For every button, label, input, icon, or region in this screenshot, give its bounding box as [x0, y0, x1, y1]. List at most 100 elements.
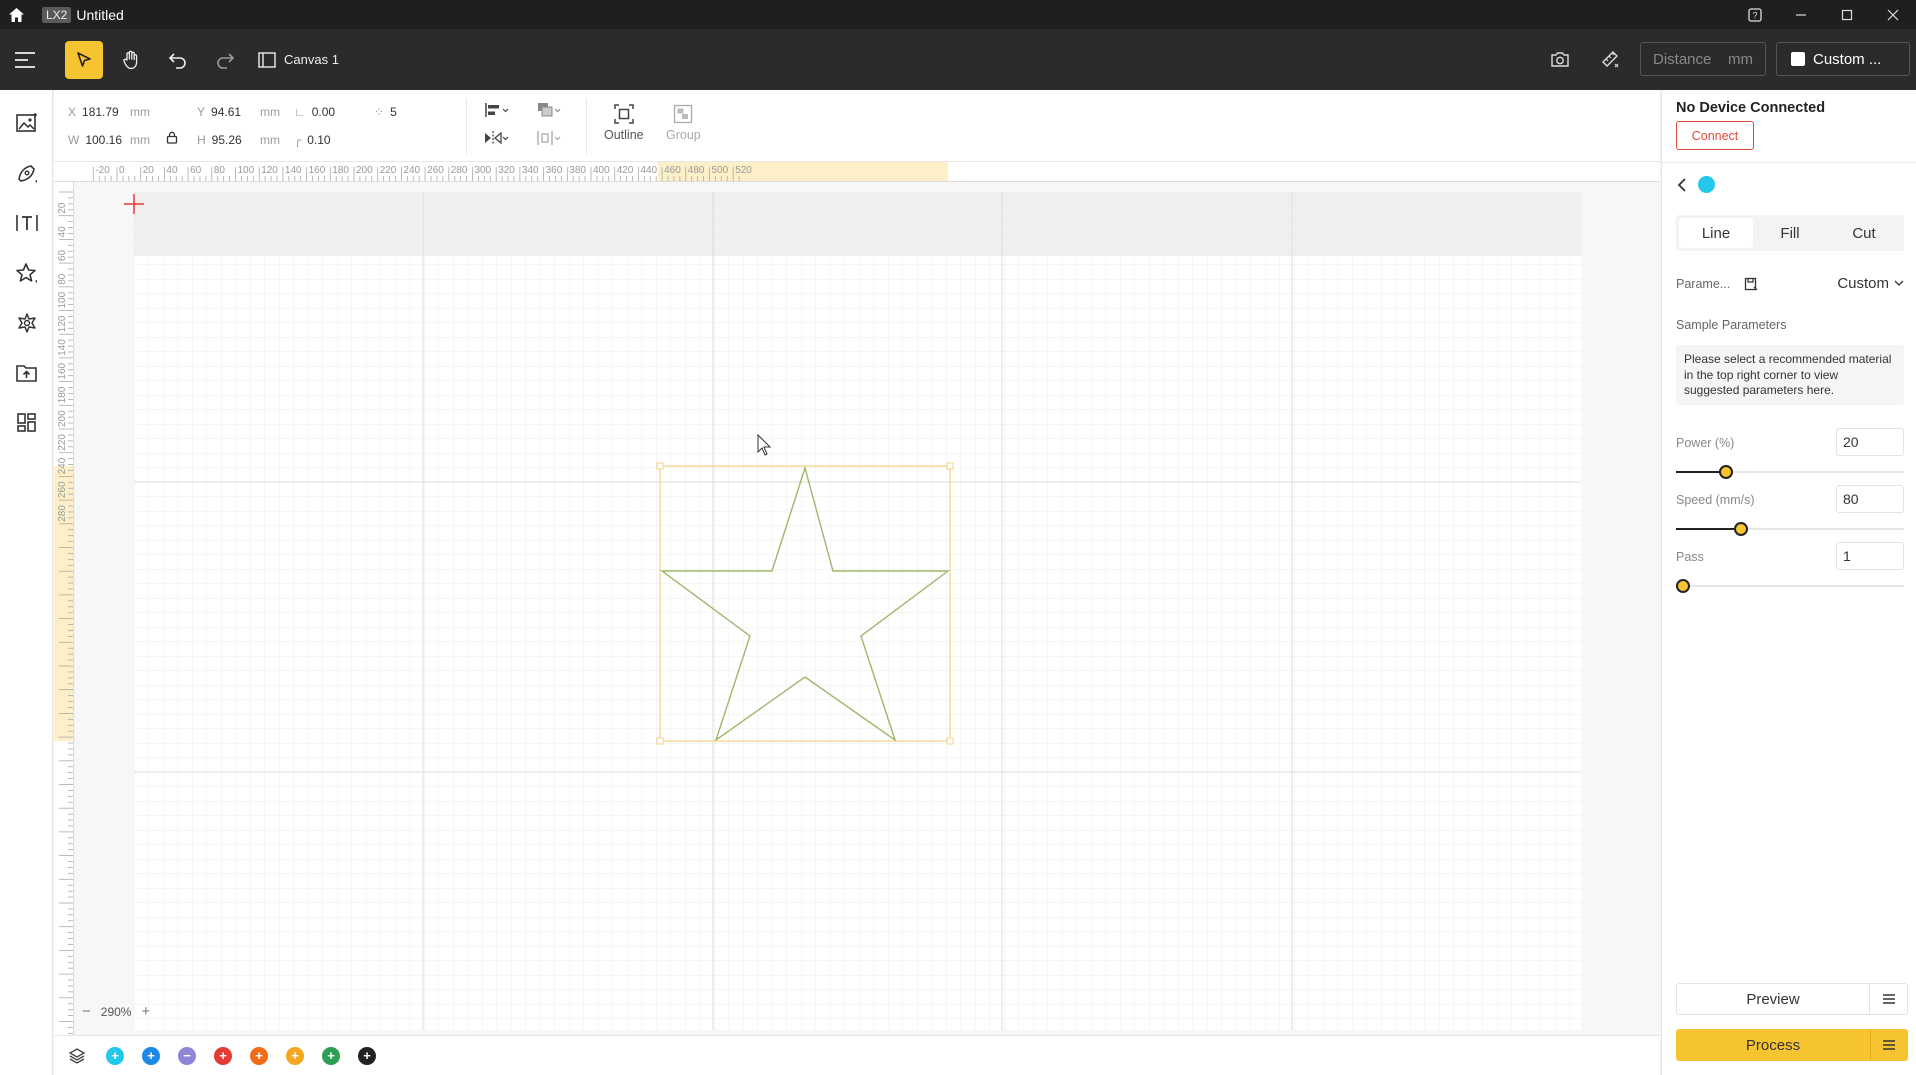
width-field[interactable]: W 100.16: [68, 133, 122, 147]
ruler-tick-label: 240: [57, 457, 68, 474]
h-label: H: [197, 133, 206, 147]
y-label: Y: [197, 105, 206, 119]
group-button[interactable]: Group: [666, 104, 701, 142]
layer-color-button[interactable]: −: [178, 1046, 196, 1065]
app-badge: LX2: [42, 6, 72, 23]
left-toolbar: [0, 90, 53, 1075]
layer-color-button[interactable]: +: [250, 1046, 268, 1065]
hand-icon: [123, 50, 138, 69]
home-icon[interactable]: [0, 0, 32, 29]
pass-slider[interactable]: [1676, 579, 1904, 593]
preview-menu-button[interactable]: [1870, 983, 1908, 1015]
speed-slider[interactable]: [1676, 522, 1904, 536]
menu-icon: [1882, 994, 1895, 1004]
horizontal-ruler: -20 0 20 40 60 80 100 120 140 160 180 200 220 240 260 2…: [54, 162, 1660, 182]
layer-color-button[interactable]: +: [286, 1046, 304, 1065]
apps-icon[interactable]: [0, 398, 53, 448]
distribute-button[interactable]: [536, 130, 562, 146]
layer-color-indicator: [1698, 176, 1715, 193]
svg-text:?: ?: [1752, 10, 1757, 20]
speed-input[interactable]: 80: [1836, 485, 1904, 513]
resize-handle[interactable]: [946, 462, 954, 470]
cursor-icon: [77, 51, 91, 67]
layer-color-button[interactable]: +: [142, 1046, 160, 1065]
undo-button[interactable]: [159, 41, 197, 79]
resize-handle[interactable]: [946, 737, 954, 745]
help-icon[interactable]: ?: [1732, 0, 1778, 29]
power-slider-handle[interactable]: [1719, 465, 1733, 479]
points-field[interactable]: ⁘ 5: [374, 105, 397, 119]
rotation-field[interactable]: ∟ 0.00: [294, 105, 335, 119]
flip-button[interactable]: [484, 130, 510, 146]
layer-color-button[interactable]: +: [106, 1046, 124, 1065]
redo-button[interactable]: [206, 41, 244, 79]
close-icon[interactable]: [1870, 0, 1916, 29]
process-menu-button[interactable]: [1870, 1029, 1908, 1061]
canvas-svg: [75, 182, 1660, 1035]
layers-icon[interactable]: [68, 1047, 86, 1065]
image-icon[interactable]: [0, 98, 53, 148]
angle-icon: ∟: [294, 105, 306, 119]
redo-icon: [217, 52, 235, 69]
power-input[interactable]: 20: [1836, 428, 1904, 456]
x-unit: mm: [130, 105, 150, 119]
zoom-in-button[interactable]: +: [141, 1003, 150, 1020]
design-canvas[interactable]: [75, 182, 1660, 1035]
import-icon[interactable]: [0, 348, 53, 398]
layer-color-button[interactable]: +: [214, 1046, 232, 1065]
ruler-tick-label: 400: [593, 165, 610, 176]
angle-value: 0.00: [311, 105, 336, 119]
menu-icon[interactable]: [6, 41, 44, 79]
hand-tool-button[interactable]: [112, 41, 150, 79]
tab-cut[interactable]: Cut: [1827, 218, 1901, 248]
minimize-icon[interactable]: [1778, 0, 1824, 29]
x-value: 181.79: [82, 105, 119, 119]
resize-handle[interactable]: [656, 737, 664, 745]
ruler-tick-label: 260: [427, 165, 444, 176]
pen-icon[interactable]: [0, 148, 53, 198]
align-button[interactable]: [484, 102, 510, 118]
canvas-selector[interactable]: Canvas 1: [258, 51, 339, 68]
outline-label: Outline: [604, 128, 644, 142]
resize-handle[interactable]: [656, 462, 664, 470]
parameters-select[interactable]: Custom: [1837, 275, 1904, 292]
pass-input[interactable]: 1: [1836, 542, 1904, 570]
layer-color-button[interactable]: +: [358, 1046, 376, 1065]
height-field[interactable]: H 95.26: [197, 133, 242, 147]
connect-button[interactable]: Connect: [1676, 121, 1754, 150]
outline-button[interactable]: Outline: [604, 104, 644, 142]
speed-slider-handle[interactable]: [1734, 522, 1748, 536]
zoom-out-button[interactable]: −: [82, 1003, 91, 1020]
sticker-icon[interactable]: [0, 298, 53, 348]
tab-fill[interactable]: Fill: [1753, 218, 1827, 248]
layer-color-list: + + − + + + + +: [86, 1046, 376, 1065]
process-button[interactable]: Process: [1676, 1029, 1870, 1061]
preview-button[interactable]: Preview: [1676, 983, 1870, 1015]
ruler-tick-label: 0: [119, 165, 125, 176]
layer-color-button[interactable]: +: [322, 1046, 340, 1065]
camera-icon[interactable]: [1540, 40, 1580, 78]
star-shape-icon[interactable]: [0, 248, 53, 298]
pass-slider-handle[interactable]: [1676, 579, 1690, 593]
select-tool-button[interactable]: [65, 40, 103, 79]
maximize-icon[interactable]: [1824, 0, 1870, 29]
arrange-button[interactable]: [536, 102, 562, 118]
group-label: Group: [666, 128, 701, 142]
lock-ratio-icon[interactable]: [166, 131, 178, 147]
power-slider[interactable]: [1676, 465, 1904, 479]
save-params-icon[interactable]: [1744, 277, 1758, 291]
material-selector-button[interactable]: Custom ...: [1776, 42, 1910, 76]
back-icon[interactable]: [1676, 177, 1688, 193]
distance-input[interactable]: Distance mm: [1640, 42, 1766, 76]
corner-radius-field[interactable]: ╭ 0.10: [294, 133, 331, 147]
x-position-field[interactable]: X 181.79: [68, 105, 119, 119]
process-button-group: Process: [1676, 1029, 1908, 1061]
y-position-field[interactable]: Y 94.61: [197, 105, 241, 119]
ruler-tick-label: 480: [688, 165, 705, 176]
measure-icon[interactable]: [1590, 40, 1630, 78]
tab-line[interactable]: Line: [1679, 218, 1753, 248]
ruler-tick-label: 60: [190, 165, 202, 176]
text-icon[interactable]: [0, 198, 53, 248]
ruler-tick-label: 200: [356, 165, 373, 176]
distribute-icon: [537, 131, 561, 145]
